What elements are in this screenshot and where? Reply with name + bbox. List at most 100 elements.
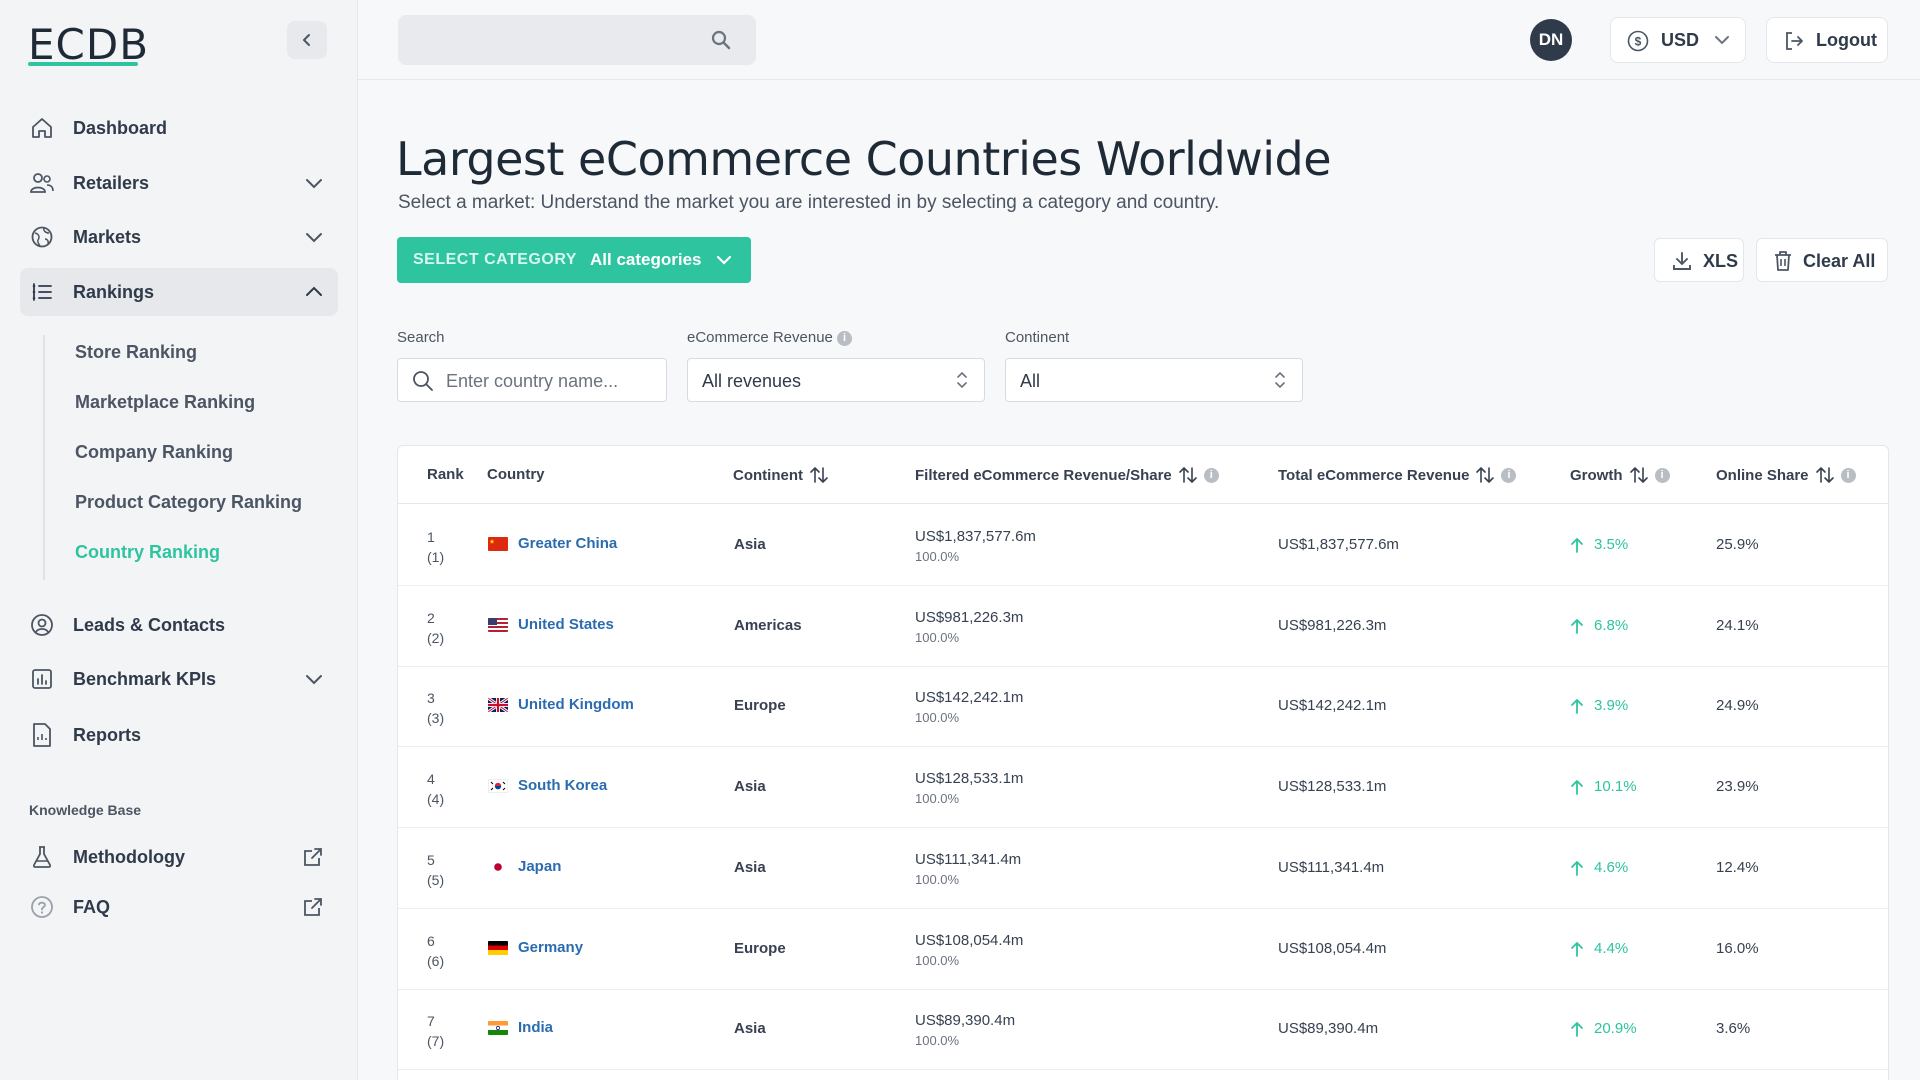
chevron-down-icon (1713, 31, 1731, 54)
sidebar-item-markets[interactable]: Markets (20, 213, 338, 261)
continent-cell: Asia (734, 859, 766, 876)
growth-value: 3.5% (1594, 536, 1629, 553)
flag-japan-icon (488, 859, 508, 874)
header-growth[interactable]: Growth i (1570, 466, 1670, 484)
logout-icon (1783, 30, 1805, 57)
country-search-input[interactable]: Enter country name... (397, 358, 667, 402)
sidebar-item-faq[interactable]: FAQ (20, 883, 338, 931)
currency-select[interactable]: $ USD (1610, 17, 1746, 63)
select-category-button[interactable]: SELECT CATEGORY All categories (397, 237, 751, 283)
table-row[interactable]: 5 (5) Japan Asia US$111,341.4m 100.0% US$1… (398, 828, 1888, 909)
country-cell: South Korea (488, 777, 607, 794)
sidebar-subitem-company-ranking[interactable]: Company Ranking (75, 442, 233, 463)
table-row[interactable]: 6 (6) Germany Europe US$108,054.4m 100.0% … (398, 909, 1888, 990)
info-icon[interactable]: i (1203, 467, 1219, 483)
avatar[interactable]: DN (1530, 19, 1572, 61)
global-search-input[interactable] (398, 15, 756, 65)
header-continent[interactable]: Continent (733, 466, 829, 484)
external-link-icon (302, 896, 324, 918)
rank-cell: 7 (7) (427, 1011, 444, 1051)
continent-select-value: All (1020, 371, 1041, 391)
info-icon[interactable]: i (837, 330, 853, 346)
sort-icon[interactable] (1815, 466, 1835, 484)
sidebar-item-retailers[interactable]: Retailers (20, 159, 338, 207)
arrow-up-icon (1571, 698, 1583, 714)
table-row[interactable]: 3 (3) United Kingdom Europe US$142,242.1m… (398, 666, 1888, 747)
growth-cell: 3.5% (1570, 536, 1628, 553)
table-row[interactable]: 2 (2) United States Americas US$981,226.3… (398, 586, 1888, 667)
header-total-revenue[interactable]: Total eCommerce Revenue i (1278, 466, 1517, 484)
total-revenue-cell: US$128,533.1m (1278, 778, 1387, 795)
sidebar-item-leads-contacts[interactable]: Leads & Contacts (20, 601, 338, 649)
country-link[interactable]: Japan (518, 858, 561, 875)
sidebar-item-benchmark-kpis[interactable]: Benchmark KPIs (20, 655, 338, 703)
header-total-label: Total eCommerce Revenue (1278, 466, 1470, 484)
country-cell: United Kingdom (488, 696, 634, 713)
users-icon (29, 170, 55, 196)
table-row[interactable]: 1 (1) Greater China Asia US$1,837,577.6m 1… (398, 505, 1888, 586)
sidebar-subitem-country-ranking[interactable]: Country Ranking (75, 542, 220, 563)
arrow-up-icon (1571, 860, 1583, 876)
country-link[interactable]: United Kingdom (518, 696, 634, 713)
sidebar-subitem-marketplace-ranking[interactable]: Marketplace Ranking (75, 392, 255, 413)
country-link[interactable]: India (518, 1019, 553, 1036)
continent-cell: Asia (734, 778, 766, 795)
table-row[interactable]: 7 (7) India Asia US$89,390.4m 100.0% US$89… (398, 989, 1888, 1070)
xls-export-button[interactable]: XLS (1654, 238, 1744, 282)
sidebar-item-label: Leads & Contacts (73, 614, 226, 635)
rank-value: 4 (427, 771, 435, 787)
total-revenue-cell: US$981,226.3m (1278, 617, 1387, 634)
info-icon[interactable]: i (1840, 467, 1856, 483)
dollar-icon: $ (1627, 30, 1649, 57)
clear-all-label: Clear All (1803, 251, 1876, 271)
rank-previous: (3) (427, 710, 445, 726)
sort-icon[interactable] (1178, 466, 1198, 484)
collapse-sidebar-button[interactable] (287, 21, 327, 59)
country-link[interactable]: Germany (518, 939, 583, 956)
info-icon[interactable]: i (1654, 467, 1670, 483)
topbar: DN $ USD Logout (358, 0, 1920, 80)
sidebar-item-dashboard[interactable]: Dashboard (20, 104, 338, 152)
sidebar-item-rankings[interactable]: Rankings (20, 268, 338, 316)
country-link[interactable]: United States (518, 616, 614, 633)
clear-all-button[interactable]: Clear All (1756, 238, 1888, 282)
continent-select[interactable]: All (1005, 358, 1303, 402)
logo-underline (28, 62, 138, 66)
growth-cell: 3.9% (1570, 697, 1628, 714)
sidebar-item-reports[interactable]: Reports (20, 711, 338, 759)
continent-cell: Europe (734, 697, 786, 714)
updown-chevron-icon (1272, 369, 1288, 396)
revenue-select[interactable]: All revenues (687, 358, 985, 402)
logout-button[interactable]: Logout (1766, 17, 1888, 63)
rank-previous: (6) (427, 953, 445, 969)
filtered-revenue-value: US$981,226.3m (915, 609, 1024, 626)
sidebar-subitem-product-category-ranking[interactable]: Product Category Ranking (75, 492, 302, 513)
table-row[interactable]: 4 (4) South Korea Asia US$128,533.1m 100.0… (398, 747, 1888, 828)
sidebar-item-label: Rankings (73, 281, 155, 302)
sort-icon[interactable] (809, 466, 829, 484)
info-icon[interactable]: i (1501, 467, 1517, 483)
share-value: 100.0% (915, 953, 960, 968)
sidebar-subitem-store-ranking[interactable]: Store Ranking (75, 342, 197, 363)
sidebar-item-methodology[interactable]: Methodology (20, 833, 338, 881)
search-icon (412, 370, 434, 397)
total-revenue-cell: US$89,390.4m (1278, 1020, 1379, 1037)
header-online-share[interactable]: Online Share i (1716, 466, 1856, 484)
search-icon[interactable] (711, 30, 731, 55)
flag-india-icon (488, 1020, 508, 1035)
rank-value: 2 (427, 610, 435, 626)
list-icon (29, 279, 55, 305)
rank-value: 6 (427, 933, 435, 949)
country-link[interactable]: South Korea (518, 777, 607, 794)
country-search-placeholder: Enter country name... (446, 371, 619, 391)
xls-label: XLS (1703, 251, 1739, 271)
country-link[interactable]: Greater China (518, 535, 617, 552)
search-filter-label: Search (397, 329, 445, 346)
continent-cell: Americas (734, 617, 802, 634)
sort-icon[interactable] (1475, 466, 1495, 484)
sidebar-item-label: Reports (73, 724, 142, 745)
header-continent-label: Continent (733, 466, 803, 484)
header-filtered-revenue[interactable]: Filtered eCommerce Revenue/Share i (915, 466, 1219, 484)
sort-icon[interactable] (1629, 466, 1649, 484)
rank-previous: (4) (427, 791, 445, 807)
